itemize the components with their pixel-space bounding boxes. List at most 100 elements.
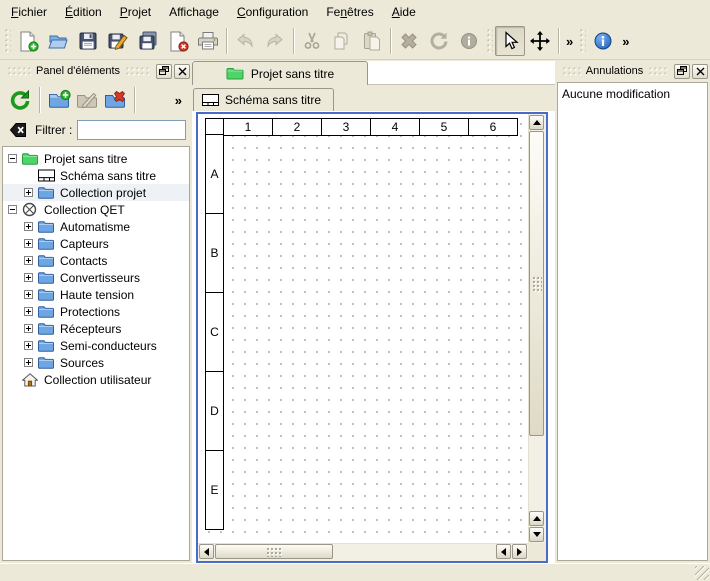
tree-item[interactable]: Collection utilisateur (3, 371, 189, 388)
toolbar-drag-handle[interactable] (486, 28, 493, 54)
tree-item[interactable]: Protections (3, 303, 189, 320)
blue-folder-icon (38, 219, 55, 234)
tree-item[interactable]: Convertisseurs (3, 269, 189, 286)
selection-mode-button[interactable] (495, 26, 525, 56)
float-panel-button[interactable] (156, 64, 172, 79)
elements-panel: Panel d'éléments (0, 61, 192, 563)
toolbar-drag-handle[interactable] (579, 28, 586, 54)
blue-folder-icon (38, 304, 55, 319)
print-icon (197, 30, 219, 52)
tree-item[interactable]: Automatisme (3, 218, 189, 235)
panel-toolbar-overflow-chevron[interactable]: » (171, 93, 186, 108)
horizontal-scrollbar[interactable] (198, 543, 528, 561)
scroll-left-button[interactable] (199, 544, 214, 559)
about-button[interactable] (588, 26, 618, 56)
menu-fichier[interactable]: Fichier (2, 1, 56, 23)
save-as-button[interactable] (103, 26, 133, 56)
expand-icon[interactable] (24, 256, 33, 265)
menu-edition[interactable]: Édition (56, 1, 111, 23)
tab-schema[interactable]: Schéma sans titre (193, 88, 334, 111)
undo-panel-title: Annulations (586, 65, 644, 77)
menu-fenetres[interactable]: Fenêtres (317, 1, 382, 23)
schema-icon (38, 168, 55, 183)
undo-list-item: Aucune modification (562, 85, 703, 103)
menu-bar: FichierÉditionProjetAffichageConfigurati… (0, 0, 710, 23)
tree-item[interactable]: Collection QET (3, 201, 189, 218)
tree-item[interactable]: Contacts (3, 252, 189, 269)
reload-collections-button[interactable] (6, 86, 34, 114)
scroll-up-button[interactable] (529, 115, 544, 130)
project-tab-bar: Projet sans titre (192, 61, 555, 85)
expand-icon[interactable] (24, 188, 33, 197)
filter-row: Filtrer : (2, 118, 190, 146)
toolbar-overflow-chevron[interactable]: » (618, 34, 633, 49)
expand-icon[interactable] (24, 239, 33, 248)
expand-icon[interactable] (24, 290, 33, 299)
reload-icon (8, 88, 32, 112)
tree-item-label: Schéma sans titre (60, 169, 156, 183)
scroll-down-button[interactable] (529, 527, 544, 542)
save-all-button[interactable] (133, 26, 163, 56)
main-toolbar: » » (0, 23, 710, 60)
tree-item-label: Collection QET (44, 203, 125, 217)
toolbar-drag-handle[interactable] (4, 28, 11, 54)
scroll-right-button[interactable] (512, 544, 527, 559)
menu-affichage[interactable]: Affichage (160, 1, 228, 23)
pan-mode-button[interactable] (525, 26, 555, 56)
horizontal-scroll-thumb[interactable] (215, 544, 333, 559)
tree-item[interactable]: Capteurs (3, 235, 189, 252)
new-category-button[interactable] (45, 86, 73, 114)
tree-item[interactable]: Haute tension (3, 286, 189, 303)
close-panel-button[interactable] (174, 64, 190, 79)
tree-item[interactable]: Collection projet (3, 184, 189, 201)
float-icon (159, 66, 170, 76)
menu-configuration[interactable]: Configuration (228, 1, 317, 23)
clear-filter-icon[interactable] (8, 120, 28, 140)
delete-category-icon (103, 88, 127, 112)
collapse-icon[interactable] (8, 154, 17, 163)
open-project-button[interactable] (43, 26, 73, 56)
expand-icon[interactable] (24, 307, 33, 316)
scroll-up-button-2[interactable] (529, 511, 544, 526)
vertical-scroll-thumb[interactable] (529, 131, 544, 436)
tree-item[interactable]: Sources (3, 354, 189, 371)
blue-folder-icon (38, 236, 55, 251)
diagram-viewport[interactable]: 123456 ABCDE (198, 114, 528, 543)
menu-projet[interactable]: Projet (111, 1, 160, 23)
collapse-icon[interactable] (8, 205, 17, 214)
print-button[interactable] (193, 26, 223, 56)
tab-project[interactable]: Projet sans titre (192, 61, 368, 85)
delete-category-button[interactable] (101, 86, 129, 114)
expand-icon[interactable] (24, 358, 33, 367)
filter-input[interactable] (77, 120, 186, 140)
tree-item[interactable]: Récepteurs (3, 320, 189, 337)
tree-item-label: Automatisme (60, 220, 130, 234)
expand-icon[interactable] (24, 341, 33, 350)
vertical-scrollbar[interactable] (528, 114, 546, 543)
undo-history-list[interactable]: Aucune modification (557, 82, 708, 561)
scrollbar-corner (528, 543, 546, 561)
tree-item[interactable]: Semi-conducteurs (3, 337, 189, 354)
save-button[interactable] (73, 26, 103, 56)
float-panel-button[interactable] (674, 64, 690, 79)
qet-collection-icon (22, 202, 39, 217)
expand-icon[interactable] (24, 324, 33, 333)
thumb-grip (532, 276, 542, 292)
scroll-left-button-2[interactable] (496, 544, 511, 559)
tab-project-label: Projet sans titre (251, 67, 334, 81)
close-file-button[interactable] (163, 26, 193, 56)
save-all-icon (137, 30, 159, 52)
new-project-button[interactable] (13, 26, 43, 56)
tree-item-label: Projet sans titre (44, 152, 127, 166)
expand-icon[interactable] (24, 273, 33, 282)
menu-aide[interactable]: Aide (383, 1, 425, 23)
blue-folder-icon (38, 338, 55, 353)
diagram-row-label: D (205, 371, 224, 451)
close-panel-button[interactable] (692, 64, 708, 79)
expand-icon[interactable] (24, 222, 33, 231)
resize-grip-icon[interactable] (695, 566, 709, 580)
tree-item[interactable]: Schéma sans titre (3, 167, 189, 184)
toolbar-overflow-chevron[interactable]: » (562, 34, 577, 49)
tree-item[interactable]: Projet sans titre (3, 150, 189, 167)
tree-item-label: Capteurs (60, 237, 109, 251)
